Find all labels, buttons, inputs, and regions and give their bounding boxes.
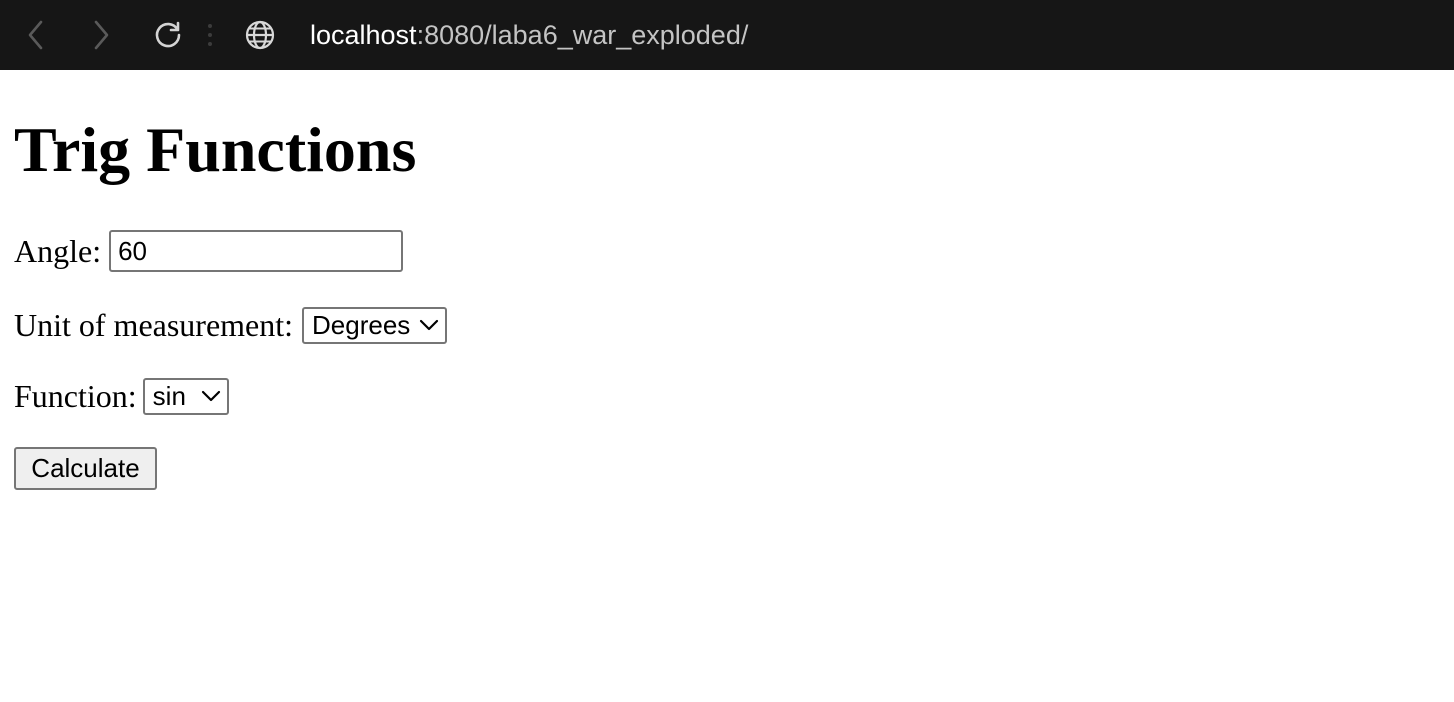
calculate-button[interactable]: Calculate (14, 447, 157, 490)
unit-select[interactable]: Degrees (302, 306, 448, 344)
function-select-value: sin (152, 380, 186, 411)
forward-button[interactable] (80, 14, 122, 56)
url-path: :8080/laba6_war_exploded/ (416, 20, 749, 50)
chevron-left-icon (28, 20, 43, 50)
angle-label: Angle: (14, 232, 102, 269)
url-host: localhost (310, 20, 417, 50)
back-button[interactable] (15, 14, 57, 56)
angle-row: Angle: (14, 230, 404, 272)
page-title: Trig Functions (14, 114, 417, 185)
function-select[interactable]: sin (142, 377, 229, 415)
vertical-dots-icon[interactable] (205, 22, 215, 48)
chevron-down-icon (419, 319, 439, 331)
reload-button[interactable] (147, 14, 189, 56)
unit-row: Unit of measurement: Degrees (14, 306, 448, 344)
unit-select-value: Degrees (312, 309, 411, 340)
chevron-down-icon (201, 390, 220, 402)
globe-icon[interactable] (244, 19, 276, 51)
reload-icon (155, 21, 181, 48)
function-label: Function: (14, 377, 137, 414)
angle-input[interactable] (109, 230, 404, 272)
chevron-right-icon (94, 20, 109, 50)
unit-label: Unit of measurement: (14, 306, 294, 343)
function-row: Function: sin (14, 377, 229, 415)
browser-toolbar: localhost:8080/laba6_war_exploded/ (0, 0, 1454, 70)
address-bar[interactable]: localhost:8080/laba6_war_exploded/ (310, 16, 748, 54)
